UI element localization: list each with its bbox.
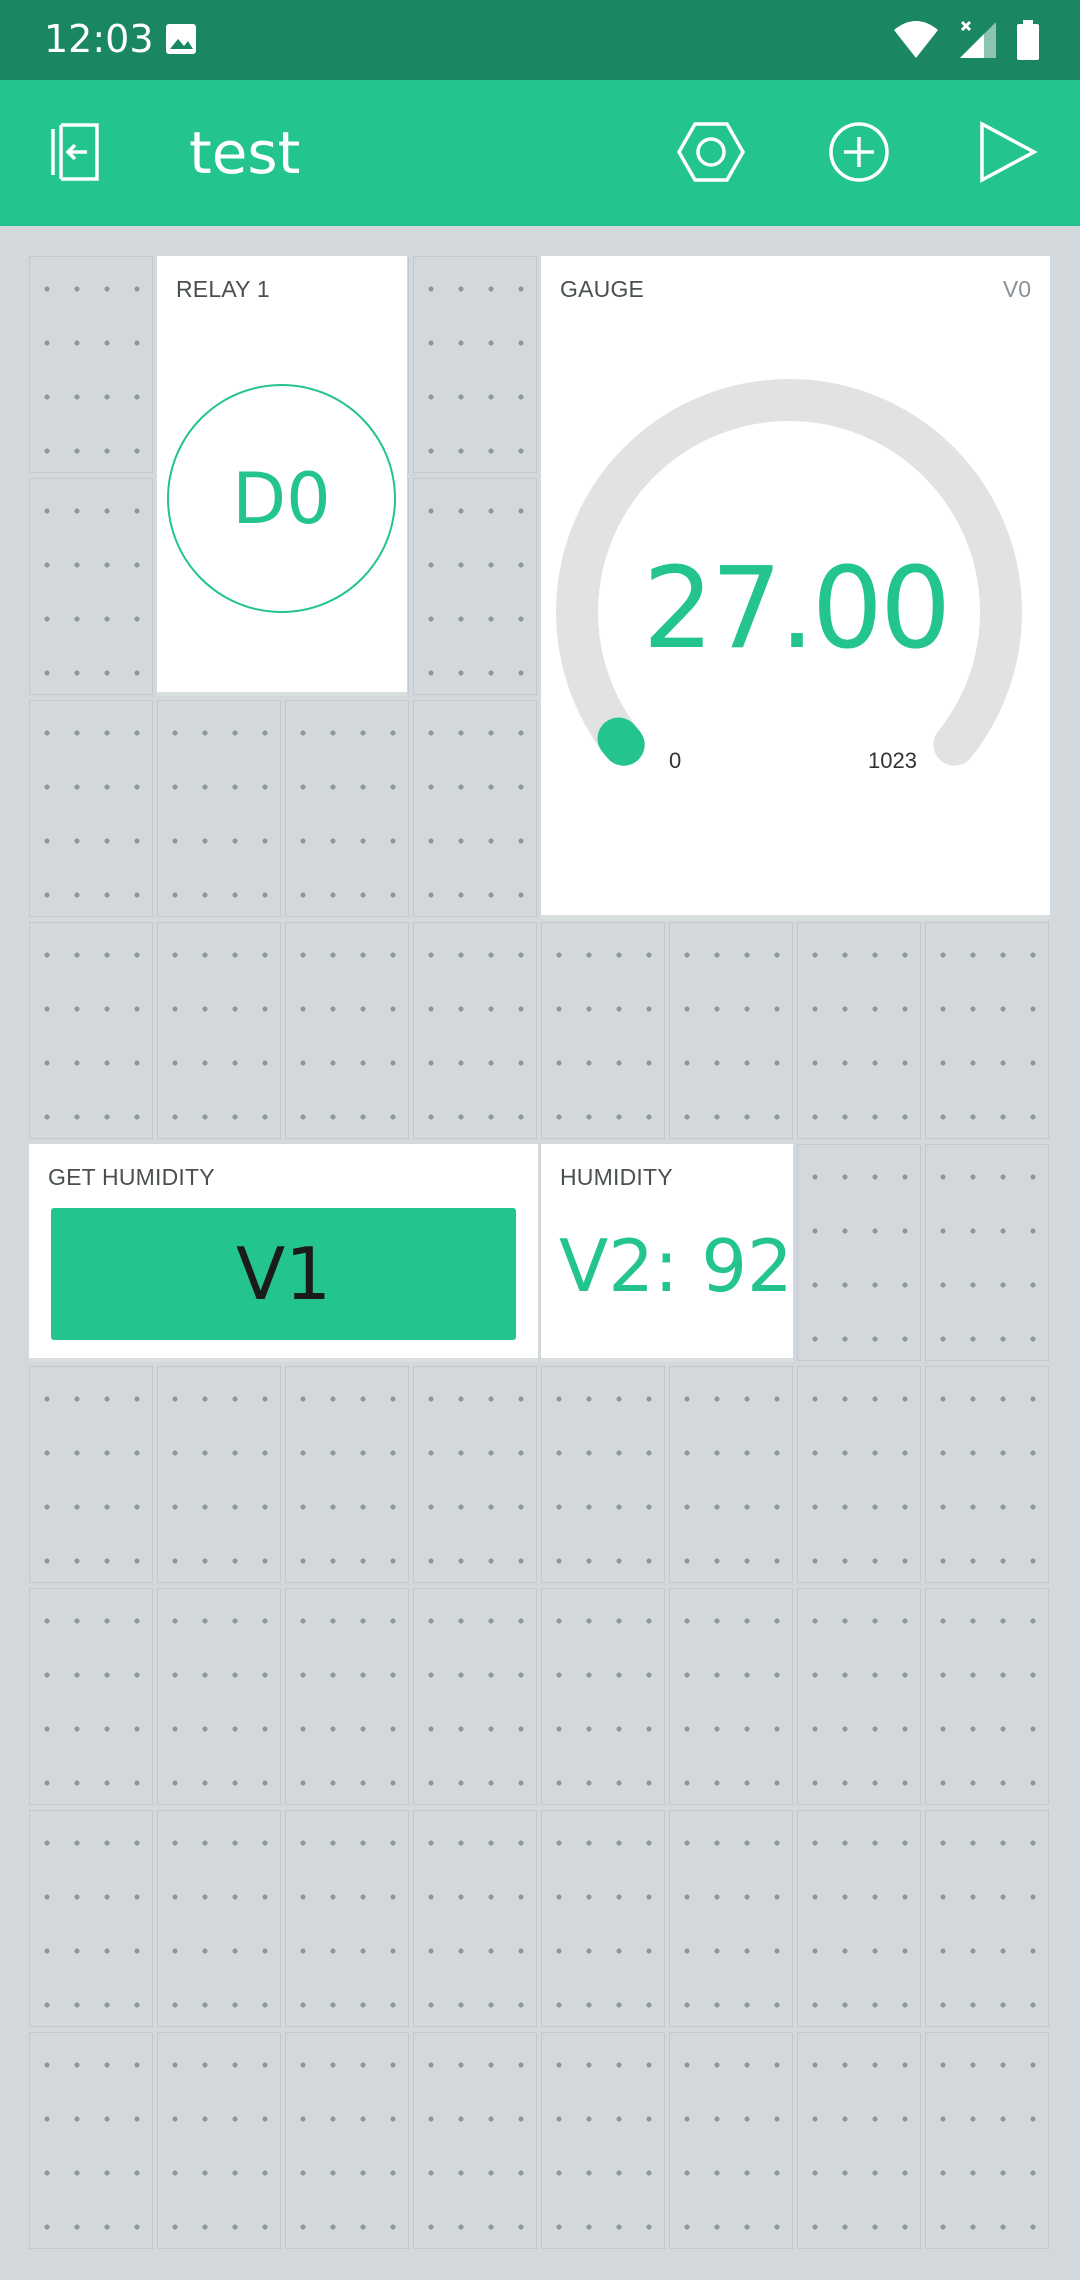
grid-cell[interactable] — [669, 922, 793, 1139]
grid-cell[interactable] — [797, 1810, 921, 2027]
relay-pin: D0 — [232, 457, 331, 540]
gauge-widget[interactable]: GAUGE V0 27.00 0 1023 — [541, 256, 1050, 919]
grid-cell[interactable] — [669, 1366, 793, 1583]
get-humidity-widget[interactable]: GET HUMIDITY V1 — [29, 1144, 538, 1362]
grid-cell[interactable] — [925, 922, 1049, 1139]
grid-cell[interactable] — [29, 256, 153, 473]
grid-cell[interactable] — [925, 2032, 1049, 2249]
grid-cell[interactable] — [925, 1366, 1049, 1583]
grid-cell[interactable] — [29, 922, 153, 1139]
get-humidity-pin: V1 — [235, 1232, 332, 1316]
settings-icon — [676, 121, 746, 187]
app-title: test — [189, 119, 301, 187]
grid-cell[interactable] — [413, 256, 537, 473]
gauge-max: 1023 — [868, 748, 917, 773]
grid-cell[interactable] — [29, 478, 153, 695]
grid-cell[interactable] — [157, 1588, 281, 1805]
grid-cell[interactable] — [413, 1810, 537, 2027]
grid-cell[interactable] — [541, 922, 665, 1139]
status-bar: 12:03 — [0, 0, 1080, 80]
grid-cell[interactable] — [797, 1144, 921, 1361]
grid-cell[interactable] — [413, 1588, 537, 1805]
grid-cell[interactable] — [157, 1366, 281, 1583]
grid-cell[interactable] — [157, 922, 281, 1139]
grid-cell[interactable] — [669, 1588, 793, 1805]
grid-cell[interactable] — [797, 2032, 921, 2249]
grid-cell[interactable] — [797, 1588, 921, 1805]
humidity-display-widget[interactable]: HUMIDITY V2: 92 — [541, 1144, 793, 1362]
wifi-icon — [892, 20, 940, 64]
get-humidity-label: GET HUMIDITY — [48, 1164, 215, 1190]
grid-cell[interactable] — [541, 1588, 665, 1805]
grid-cell[interactable] — [285, 1366, 409, 1583]
grid-cell[interactable] — [925, 1588, 1049, 1805]
grid-cell[interactable] — [157, 1810, 281, 2027]
play-button[interactable] — [968, 114, 1048, 194]
relay-toggle[interactable]: D0 — [167, 384, 396, 613]
grid-cell[interactable] — [29, 2032, 153, 2249]
grid-cell[interactable] — [541, 1810, 665, 2027]
grid-cell[interactable] — [925, 1810, 1049, 2027]
grid-cell[interactable] — [797, 922, 921, 1139]
grid-cell[interactable] — [157, 2032, 281, 2249]
grid-cell[interactable] — [797, 1366, 921, 1583]
settings-button[interactable] — [671, 114, 751, 194]
grid-cell[interactable] — [669, 2032, 793, 2249]
signal-icon — [958, 20, 998, 64]
add-widget-icon — [828, 121, 890, 187]
add-widget-button[interactable] — [819, 114, 899, 194]
grid-cell[interactable] — [29, 1588, 153, 1805]
grid-cell[interactable] — [413, 700, 537, 917]
image-icon — [164, 22, 198, 60]
grid-cell[interactable] — [541, 1366, 665, 1583]
status-time: 12:03 — [44, 17, 154, 61]
exit-button[interactable] — [34, 114, 114, 194]
humidity-label: HUMIDITY — [560, 1164, 673, 1190]
app-bar: test — [0, 80, 1080, 226]
grid-cell[interactable] — [285, 922, 409, 1139]
battery-icon — [1016, 20, 1040, 64]
grid-cell[interactable] — [669, 1810, 793, 2027]
exit-icon — [41, 121, 107, 187]
grid-cell[interactable] — [29, 1366, 153, 1583]
grid-cell[interactable] — [285, 1588, 409, 1805]
relay-widget[interactable]: RELAY 1 D0 — [157, 256, 407, 696]
grid-cell[interactable] — [413, 2032, 537, 2249]
grid-cell[interactable] — [925, 1144, 1049, 1361]
grid-cell[interactable] — [285, 1810, 409, 2027]
grid-cell[interactable] — [157, 700, 281, 917]
gauge-value: 27.00 — [642, 544, 952, 674]
grid-cell[interactable] — [285, 700, 409, 917]
grid-cell[interactable] — [29, 700, 153, 917]
play-icon — [978, 120, 1038, 188]
grid-cell[interactable] — [285, 2032, 409, 2249]
grid-cell[interactable] — [413, 922, 537, 1139]
gauge-min: 0 — [669, 748, 682, 773]
humidity-value: V2: 92 — [559, 1224, 793, 1308]
dashboard-grid: RELAY 1 D0 GAUGE V0 27.00 0 1023 GET HUM… — [29, 256, 1051, 2249]
grid-cell[interactable] — [29, 1810, 153, 2027]
grid-cell[interactable] — [541, 2032, 665, 2249]
grid-cell[interactable] — [413, 478, 537, 695]
get-humidity-button[interactable]: V1 — [51, 1208, 516, 1340]
relay-label: RELAY 1 — [176, 276, 270, 302]
grid-cell[interactable] — [413, 1366, 537, 1583]
